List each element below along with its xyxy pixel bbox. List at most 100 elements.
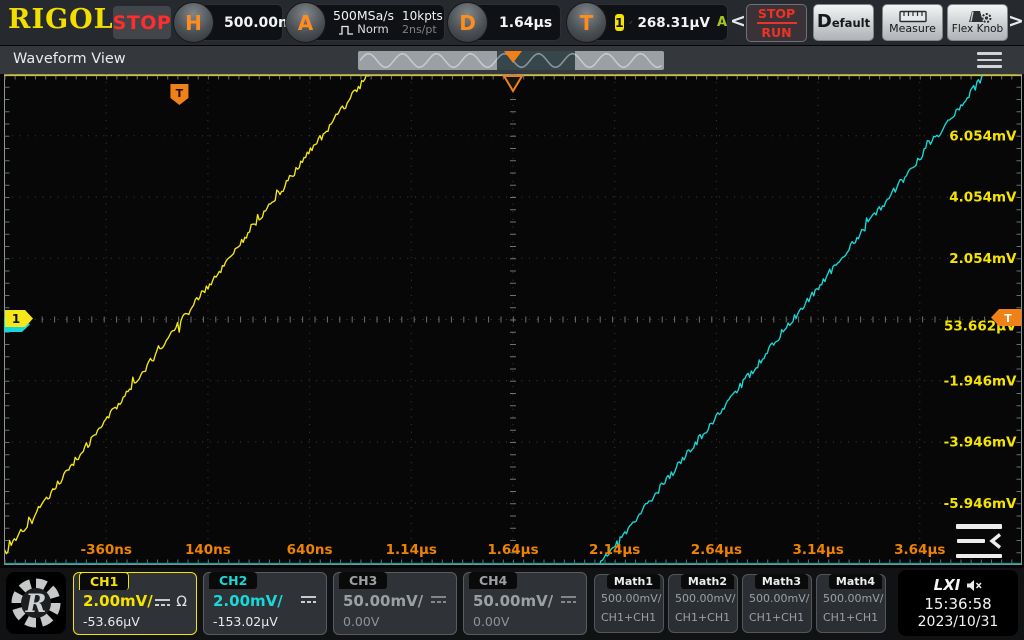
math2-tab[interactable]: Math2 xyxy=(681,574,734,589)
math3-expr: CH1+CH1 xyxy=(749,611,804,624)
acquire-knob-label: A xyxy=(298,11,313,35)
trigger-knob-button[interactable]: T xyxy=(566,2,607,43)
acquire-mode: Norm xyxy=(357,23,388,36)
y-axis-label: -1.946mV xyxy=(944,373,1017,389)
top-toolbar: RIGOL STOP 500.00ns/ H 500MSa/s Norm xyxy=(0,0,1024,45)
ch1-offset: -53.66µV xyxy=(83,614,140,629)
acquire-knob-button[interactable]: A xyxy=(285,2,326,43)
channel-status-bar: R CH1 2.00mV/ Ω -53.66µV CH2 2.00mV/ xyxy=(0,568,1024,640)
rising-edge-icon xyxy=(629,14,633,31)
ch4-scale: 50.00mV/ xyxy=(473,592,553,610)
rigol-gear-logo[interactable]: R xyxy=(6,572,66,634)
x-axis-label: -360ns xyxy=(80,542,131,558)
waveform-graticule: 6.054mV4.054mV2.054mV53.662µV-1.946mV-3.… xyxy=(0,0,1024,640)
ch1-scale: 2.00mV/ xyxy=(83,592,153,610)
time-per-point: 2ns/pt xyxy=(402,23,443,36)
svg-text:1: 1 xyxy=(12,312,20,326)
dc-coupling-icon xyxy=(300,594,317,605)
trigger-box[interactable]: 1 268.31µV A xyxy=(587,4,728,41)
clock-time: 15:36:58 xyxy=(924,595,991,613)
channel-card-ch3[interactable]: CH3 50.00mV/ 0.00V xyxy=(333,572,457,635)
delay-knob-button[interactable]: D xyxy=(447,2,488,43)
channel-card-ch1[interactable]: CH1 2.00mV/ Ω -53.66µV xyxy=(73,572,197,635)
trigger-knob-label: T xyxy=(580,11,594,35)
math1-card[interactable]: Math1 500.00mV/ CH1+CH1 xyxy=(594,574,664,633)
chevron-left-icon xyxy=(989,533,1002,549)
flex-knob-label: Flex Knob xyxy=(952,24,1003,35)
delay-value: 1.64µs xyxy=(499,15,552,31)
system-info-panel[interactable]: LXI 15:36:58 2023/10/31 xyxy=(898,570,1018,636)
svg-text:T: T xyxy=(1004,312,1012,325)
ch1-coupling: Ω xyxy=(154,594,187,610)
horizontal-knob-label: H xyxy=(185,11,202,35)
ch2-tab[interactable]: CH2 xyxy=(209,572,257,589)
x-axis-label: 2.64µs xyxy=(691,542,742,558)
math2-scale: 500.00mV/ xyxy=(675,592,735,605)
measure-button[interactable]: Measure xyxy=(882,4,943,41)
flex-knob-button[interactable]: Flex Knob xyxy=(947,4,1008,41)
memory-depth: 10kpts xyxy=(402,9,443,23)
trigger-source-badge: 1 xyxy=(615,14,624,31)
overview-trigger-position-icon[interactable] xyxy=(504,51,522,63)
trigger-level-value: 268.31µV xyxy=(637,15,709,31)
dc-coupling-icon xyxy=(154,597,171,608)
math2-expr: CH1+CH1 xyxy=(675,611,730,624)
acquire-group: 500MSa/s Norm 10kpts 2ns/pt A xyxy=(285,2,445,43)
math3-card[interactable]: Math3 500.00mV/ CH1+CH1 xyxy=(742,574,812,633)
x-axis-label: 3.14µs xyxy=(792,542,843,558)
timebase-overview-strip[interactable] xyxy=(358,51,664,70)
math4-tab[interactable]: Math4 xyxy=(829,574,882,589)
channel-card-ch4[interactable]: CH4 50.00mV/ 0.00V xyxy=(463,572,587,635)
math1-expr: CH1+CH1 xyxy=(601,611,656,624)
y-axis-label: -3.946mV xyxy=(944,435,1017,451)
run-label: RUN xyxy=(761,25,791,40)
x-axis-label: 1.64µs xyxy=(487,542,538,558)
run-state-badge: STOP xyxy=(113,6,171,39)
y-axis-label: 4.054mV xyxy=(949,190,1017,206)
ch3-tab[interactable]: CH3 xyxy=(339,572,387,589)
ch3-scale: 50.00mV/ xyxy=(343,592,423,610)
math1-tab[interactable]: Math1 xyxy=(607,574,660,589)
toolbar-scroll-left-icon[interactable]: < xyxy=(730,10,746,32)
ch4-tab[interactable]: CH4 xyxy=(469,572,517,589)
lxi-label: LXI xyxy=(934,576,961,594)
math2-card[interactable]: Math2 500.00mV/ CH1+CH1 xyxy=(668,574,738,633)
ch2-offset: -153.02µV xyxy=(213,614,278,629)
ch2-scale: 2.00mV/ xyxy=(213,592,283,610)
ch1-impedance: Ω xyxy=(176,594,187,610)
speaker-muted-icon xyxy=(966,579,982,592)
stop-run-button[interactable]: STOP RUN xyxy=(746,4,807,42)
stop-label: STOP xyxy=(758,6,795,21)
math4-expr: CH1+CH1 xyxy=(823,611,878,624)
pulse-icon xyxy=(338,25,354,35)
waveform-view-titlebar: Waveform View xyxy=(0,46,1024,74)
x-axis-label: 3.64µs xyxy=(894,542,945,558)
math3-scale: 500.00mV/ xyxy=(749,592,809,605)
svg-text:T: T xyxy=(176,87,184,100)
view-title: Waveform View xyxy=(13,51,126,67)
dc-coupling-icon xyxy=(430,594,447,605)
math3-tab[interactable]: Math3 xyxy=(755,574,808,589)
math4-scale: 500.00mV/ xyxy=(823,592,883,605)
default-button[interactable]: Default xyxy=(813,4,874,41)
math4-card[interactable]: Math4 500.00mV/ CH1+CH1 xyxy=(816,574,886,633)
collapse-menu-icon[interactable] xyxy=(944,524,1002,558)
delay-knob-label: D xyxy=(459,11,476,35)
y-axis-label: 2.054mV xyxy=(949,251,1017,267)
delay-group: 1.64µs D xyxy=(447,2,562,43)
y-axis-label: -5.946mV xyxy=(944,496,1017,512)
trigger-mode-flag: A xyxy=(717,15,727,30)
measure-label: Measure xyxy=(889,23,936,35)
default-label: efault xyxy=(832,16,870,30)
horizontal-knob-button[interactable]: H xyxy=(173,2,214,43)
trigger-group: 1 268.31µV A T xyxy=(566,2,728,43)
x-axis-label: 1.14µs xyxy=(386,542,437,558)
acquire-box[interactable]: 500MSa/s Norm 10kpts 2ns/pt xyxy=(306,4,445,41)
sample-rate: 500MSa/s xyxy=(333,9,394,23)
ch1-tab[interactable]: CH1 xyxy=(79,572,129,590)
menu-icon[interactable] xyxy=(977,52,1002,68)
ch4-coupling xyxy=(560,594,577,605)
math1-scale: 500.00mV/ xyxy=(601,592,661,605)
channel-card-ch2[interactable]: CH2 2.00mV/ -153.02µV xyxy=(203,572,327,635)
toolbar-scroll-right-icon[interactable]: > xyxy=(1008,10,1024,32)
